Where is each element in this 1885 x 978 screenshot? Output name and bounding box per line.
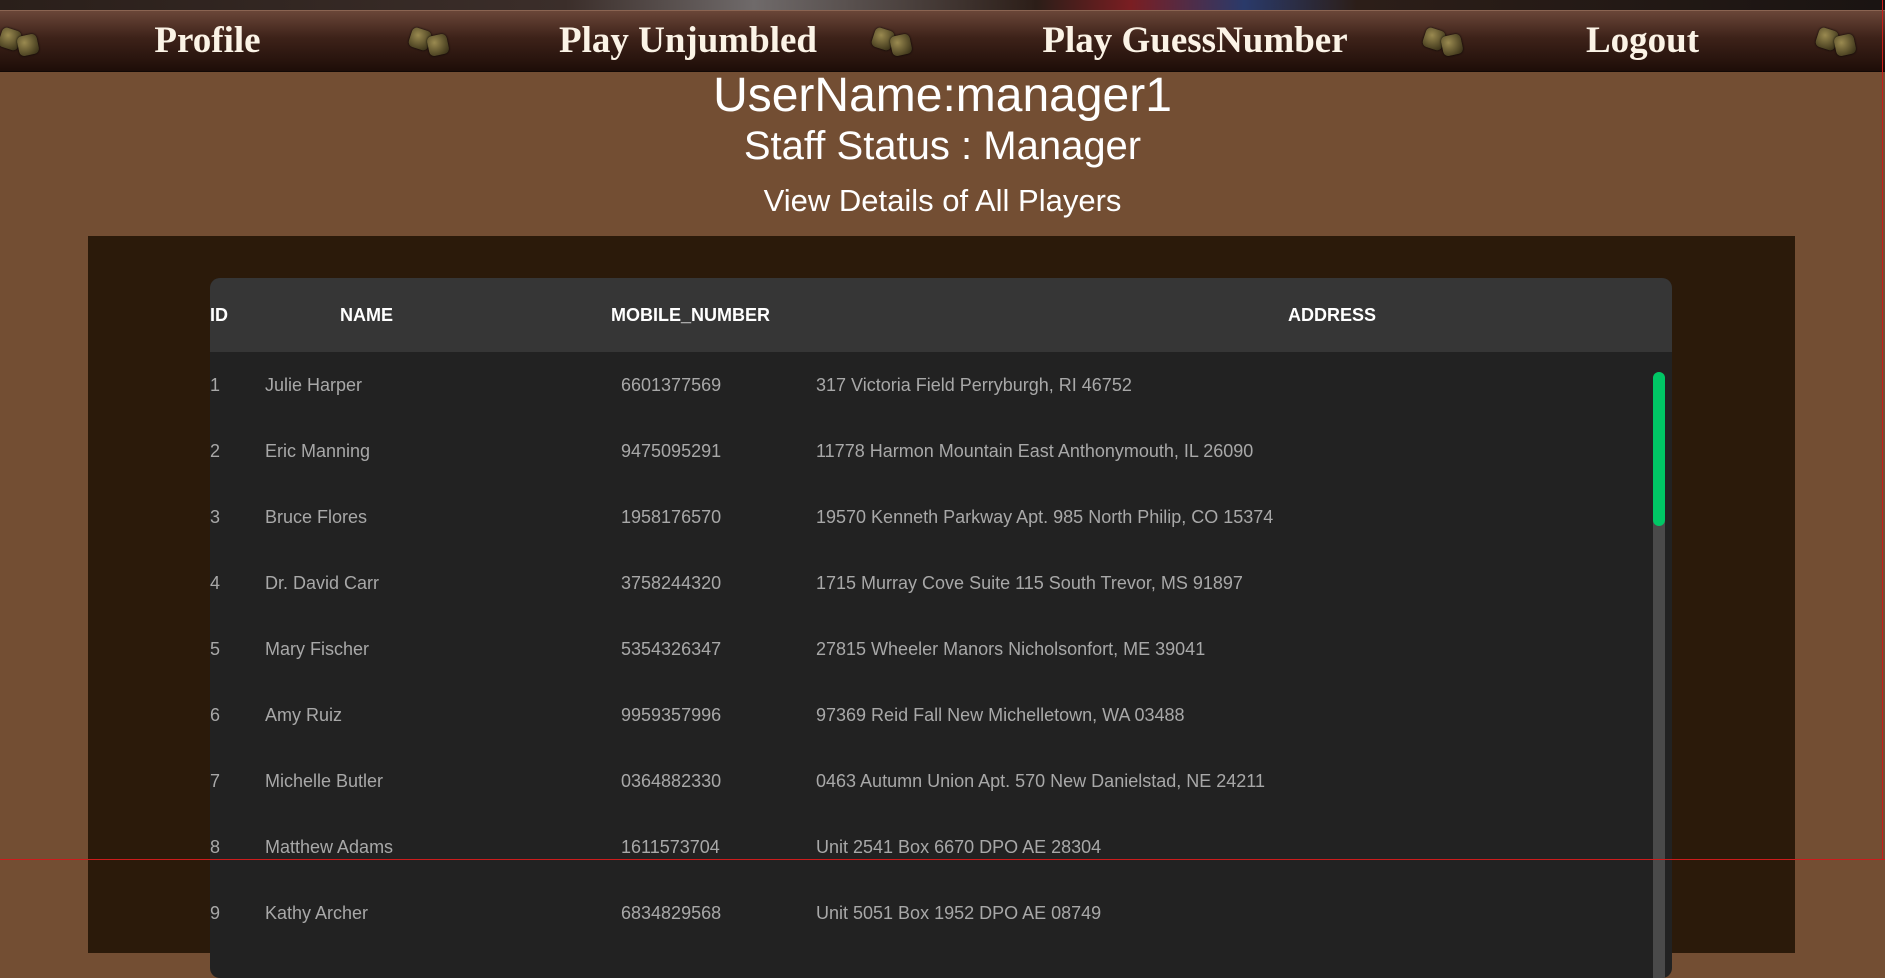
cell-address: 1715 Murray Cove Suite 115 South Trevor,… — [816, 573, 1243, 593]
dice-icon — [1814, 25, 1861, 59]
cell-mobile-number: 9475095291 — [621, 441, 722, 461]
dice-icon — [1421, 25, 1468, 59]
column-header-id: ID — [210, 305, 228, 325]
table-row: 2 Eric Manning 9475095291 11778 Harmon Moun… — [210, 418, 1672, 484]
cell-address: Unit 2541 Box 6670 DPO AE 28304 — [816, 837, 1102, 857]
top-navigation-bar: Profile Play Unjumbled Play GuessNumber … — [0, 10, 1885, 72]
cell-mobile-number: 3758244320 — [621, 573, 722, 593]
cell-address: 11778 Harmon Mountain East Anthonymouth,… — [816, 441, 1254, 461]
cell-name: Kathy Archer — [265, 903, 369, 923]
table-row: 3 Bruce Flores 1958176570 19570 Kenneth Par… — [210, 484, 1672, 550]
cell-address: 97369 Reid Fall New Michelletown, WA 034… — [816, 705, 1185, 725]
cell-address: 317 Victoria Field Perryburgh, RI 46752 — [816, 375, 1132, 395]
cell-address: Unit 5051 Box 1952 DPO AE 08749 — [816, 903, 1102, 923]
nav-play-unjumbled-link[interactable]: Play Unjumbled — [520, 11, 856, 71]
table-row: 4 Dr. David Carr 3758244320 1715 Murray Cov… — [210, 550, 1672, 616]
table-row: 8 Matthew Adams 1611573704 Unit 2541 Box 66… — [210, 814, 1672, 880]
column-header-mobile-number: MOBILE_NUMBER — [611, 305, 771, 325]
players-panel: ID NAME MOBILE_NUMBER ADDRESS 1 Julie Har… — [88, 236, 1795, 978]
cell-mobile-number: 1611573704 — [621, 837, 720, 857]
cell-name: Matthew Adams — [265, 837, 394, 857]
cell-id: 4 — [210, 573, 221, 593]
cell-id: 8 — [210, 837, 221, 857]
cell-address: 19570 Kenneth Parkway Apt. 985 North Phi… — [816, 507, 1274, 527]
cell-name: Michelle Butler — [265, 771, 384, 791]
table-row: 5 Mary Fischer 5354326347 27815 Wheeler Man… — [210, 616, 1672, 682]
dice-icon — [0, 25, 44, 59]
cell-id: 7 — [210, 771, 221, 791]
cell-name: Amy Ruiz — [265, 705, 343, 725]
table-header: ID NAME MOBILE_NUMBER ADDRESS — [210, 278, 1672, 352]
cell-id: 9 — [210, 903, 221, 923]
viewport-guide-line — [0, 859, 1885, 860]
cell-name: Bruce Flores — [265, 507, 368, 527]
cell-mobile-number: 0364882330 — [621, 771, 722, 791]
cell-id: 1 — [210, 375, 221, 395]
cell-name: Eric Manning — [265, 441, 371, 461]
cell-id: 5 — [210, 639, 221, 659]
cell-mobile-number: 9959357996 — [621, 705, 722, 725]
table-body: 1 Julie Harper 6601377569 317 Victoria Fiel… — [210, 352, 1672, 946]
cell-name: Julie Harper — [265, 375, 363, 395]
nav-play-guessnumber-link[interactable]: Play GuessNumber — [1000, 11, 1390, 71]
view-details-title: View Details of All Players — [763, 183, 1122, 218]
staff-status-heading: Staff Status : Manager — [743, 124, 1142, 168]
column-header-name: NAME — [340, 305, 393, 325]
cell-id: 2 — [210, 441, 221, 461]
username-heading: UserName:manager1 — [713, 69, 1172, 122]
top-banner-strip — [0, 0, 1885, 10]
nav-logout-link[interactable]: Logout — [1560, 11, 1725, 71]
dice-icon — [407, 25, 454, 59]
cell-name: Mary Fischer — [265, 639, 370, 659]
cell-name: Dr. David Carr — [265, 573, 380, 593]
table-row: 1 Julie Harper 6601377569 317 Victoria Fiel… — [210, 352, 1672, 418]
dice-icon — [870, 25, 917, 59]
table-row: 7 Michelle Butler 0364882330 0463 Autumn Un… — [210, 748, 1672, 814]
cell-address: 0463 Autumn Union Apt. 570 New Danielsta… — [816, 771, 1265, 791]
table-scrollbar[interactable] — [1653, 372, 1665, 978]
players-table: ID NAME MOBILE_NUMBER ADDRESS 1 Julie Har… — [210, 278, 1672, 978]
viewport-guide-line — [1882, 0, 1883, 860]
nav-profile-link[interactable]: Profile — [105, 11, 310, 71]
table-row: 6 Amy Ruiz 9959357996 97369 Reid Fall New M… — [210, 682, 1672, 748]
cell-id: 6 — [210, 705, 221, 725]
cell-mobile-number: 6834829568 — [621, 903, 722, 923]
cell-mobile-number: 6601377569 — [621, 375, 722, 395]
cell-address: 27815 Wheeler Manors Nicholsonfort, ME 3… — [816, 639, 1206, 659]
table-scrollbar-thumb[interactable] — [1653, 372, 1665, 526]
table-row: 9 Kathy Archer 6834829568 Unit 5051 Box 195… — [210, 880, 1672, 946]
cell-id: 3 — [210, 507, 221, 527]
cell-mobile-number: 5354326347 — [621, 639, 722, 659]
column-header-address: ADDRESS — [1288, 305, 1377, 325]
cell-mobile-number: 1958176570 — [621, 507, 722, 527]
